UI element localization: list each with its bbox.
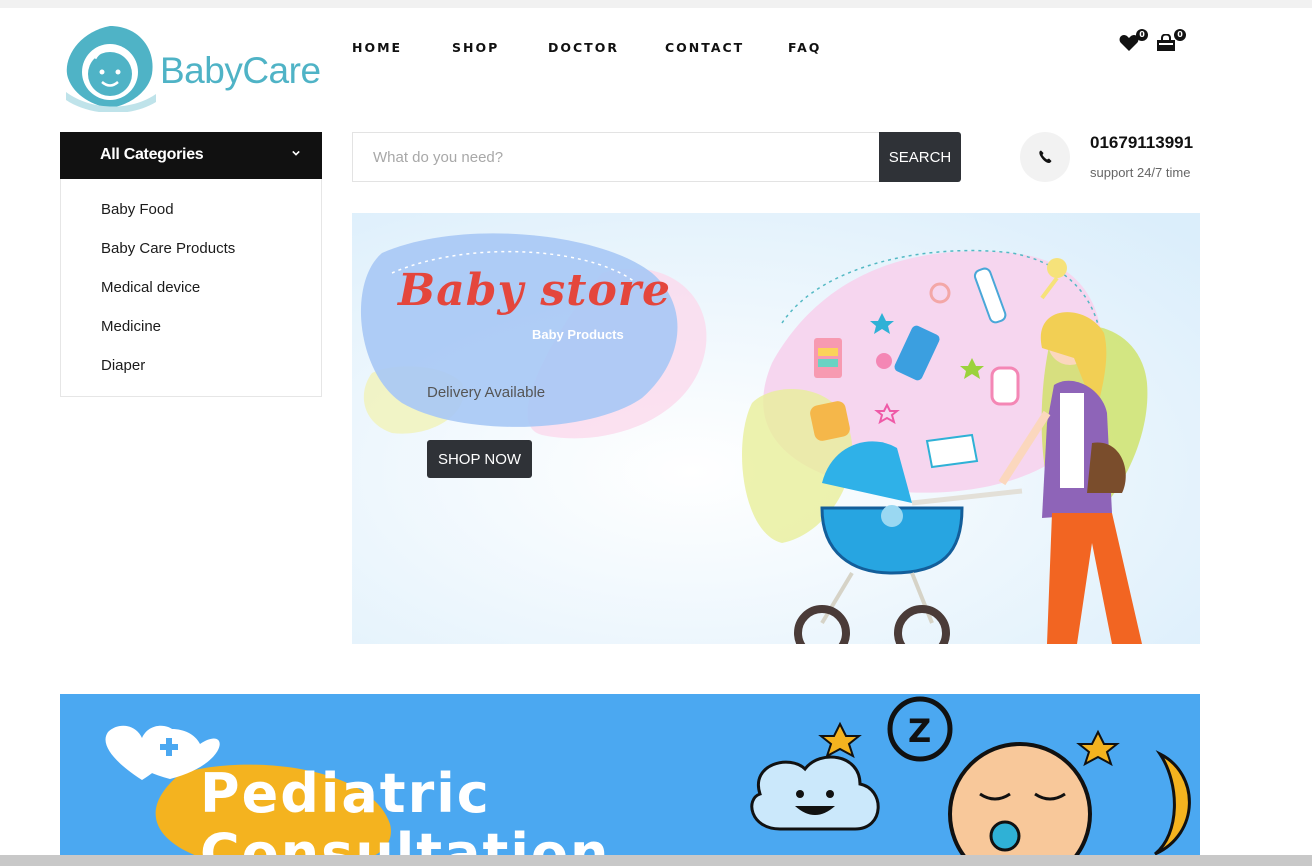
bottom-scrollbar-strip — [0, 855, 1312, 866]
baby-face-logo-icon — [66, 26, 156, 114]
search-input[interactable] — [353, 133, 873, 181]
nav-faq[interactable]: FAQ — [788, 40, 821, 55]
cart-button[interactable]: 0 — [1156, 29, 1186, 54]
svg-text:Z: Z — [908, 712, 931, 750]
search-box — [352, 132, 881, 182]
nav-contact[interactable]: CONTACT — [665, 40, 744, 55]
hero-tagline: Delivery Available — [427, 384, 546, 401]
pediatric-consultation-banner[interactable]: Z Pediatric Consultation — [60, 694, 1200, 855]
banner-title-line2: Consultation — [200, 822, 611, 856]
category-diaper[interactable]: Diaper — [101, 357, 145, 374]
category-medicine[interactable]: Medicine — [101, 318, 161, 335]
logo[interactable]: BabyCare — [60, 22, 330, 114]
brand-name: BabyCare — [160, 50, 321, 91]
category-list: Baby Food Baby Care Products Medical dev… — [60, 179, 322, 397]
shop-now-button[interactable]: SHOP NOW — [427, 440, 532, 478]
categories-title: All Categories — [100, 146, 204, 163]
top-strip — [0, 0, 1312, 8]
all-categories-toggle[interactable]: All Categories — [60, 132, 322, 179]
hero-subtitle: Baby Products — [532, 327, 624, 342]
search-button[interactable]: SEARCH — [879, 132, 961, 182]
nav-doctor[interactable]: DOCTOR — [548, 40, 619, 55]
nav-home[interactable]: HOME — [352, 40, 402, 55]
hero-banner: Baby store Baby Products Delivery Availa… — [352, 213, 1200, 644]
support-text: support 24/7 time — [1090, 165, 1191, 180]
phone-icon-circle — [1020, 132, 1070, 182]
nav-shop[interactable]: SHOP — [452, 40, 499, 55]
phone-number: 01679113991 — [1090, 133, 1194, 152]
phone-icon — [1039, 150, 1052, 163]
wishlist-button[interactable]: 0 — [1119, 29, 1148, 54]
category-baby-food[interactable]: Baby Food — [101, 201, 174, 218]
hero-title: Baby store — [398, 265, 671, 316]
wishlist-count-badge: 0 — [1136, 29, 1148, 41]
banner-title-line1: Pediatric — [200, 762, 491, 825]
shopping-bag-icon — [1157, 33, 1175, 51]
category-medical-device[interactable]: Medical device — [101, 279, 200, 296]
chevron-down-icon — [292, 150, 300, 156]
banner-title: Pediatric Consultation — [200, 762, 611, 856]
cart-count-badge: 0 — [1174, 29, 1186, 41]
category-baby-care-products[interactable]: Baby Care Products — [101, 240, 235, 257]
